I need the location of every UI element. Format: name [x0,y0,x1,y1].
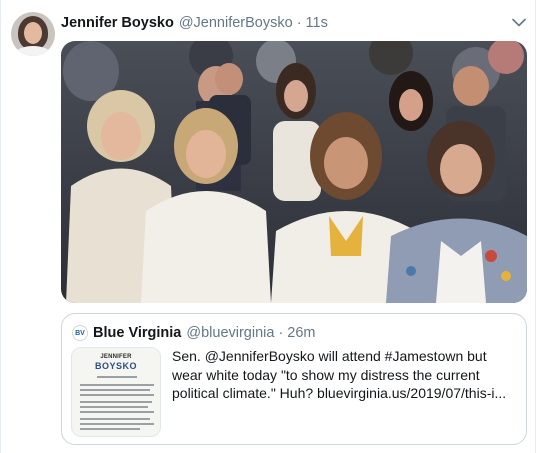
thumbnail-heading: JENNIFER [100,354,132,360]
thumbnail-text-line [80,418,150,420]
quoted-tweet-header: Blue Virginia @bluevirginia · 26m [93,323,316,343]
thumbnail-text-line [80,389,150,391]
tweet-menu-button[interactable] [509,12,529,32]
tweet-header: Jennifer Boysko @JenniferBoysko · 11s [61,13,328,33]
separator-dot: · [296,15,302,31]
quoted-tweet-timestamp[interactable]: 26m [287,325,315,341]
avatar-face [24,22,42,44]
thumbnail-title: BOYSKO [94,361,137,371]
author-handle[interactable]: @JenniferBoysko [179,15,293,31]
quoted-author-avatar[interactable]: BV [72,325,88,341]
tweet[interactable]: Jennifer Boysko @JenniferBoysko · 11s BV… [0,0,536,453]
quoted-tweet[interactable]: BV Blue Virginia @bluevirginia · 26m JEN… [61,313,527,445]
quoted-author-name[interactable]: Blue Virginia [93,325,181,341]
tweet-timestamp[interactable]: 11s [306,15,328,31]
quoted-tweet-thumbnail[interactable]: JENNIFER BOYSKO [71,347,161,437]
avatar-shirt [15,46,51,56]
thumbnail-text-line [80,428,140,430]
quoted-author-handle[interactable]: @bluevirginia [186,325,274,341]
thumbnail-text-line [97,376,137,378]
thumbnail-text-line [80,401,152,403]
thumbnail-text-line [80,394,154,396]
group-photo [61,41,527,303]
author-avatar[interactable] [11,12,55,56]
separator-dot: · [278,325,284,341]
thumbnail-text-line [80,406,148,408]
tweet-photo[interactable] [61,41,527,303]
quoted-tweet-text: Sen. @JenniferBoysko will attend #Jamest… [172,348,507,401]
author-name[interactable]: Jennifer Boysko [61,15,174,31]
thumbnail-text-line [80,423,154,425]
thumbnail-text-line [80,384,154,386]
thumbnail-text-line [80,411,154,413]
chevron-down-icon [512,18,526,26]
